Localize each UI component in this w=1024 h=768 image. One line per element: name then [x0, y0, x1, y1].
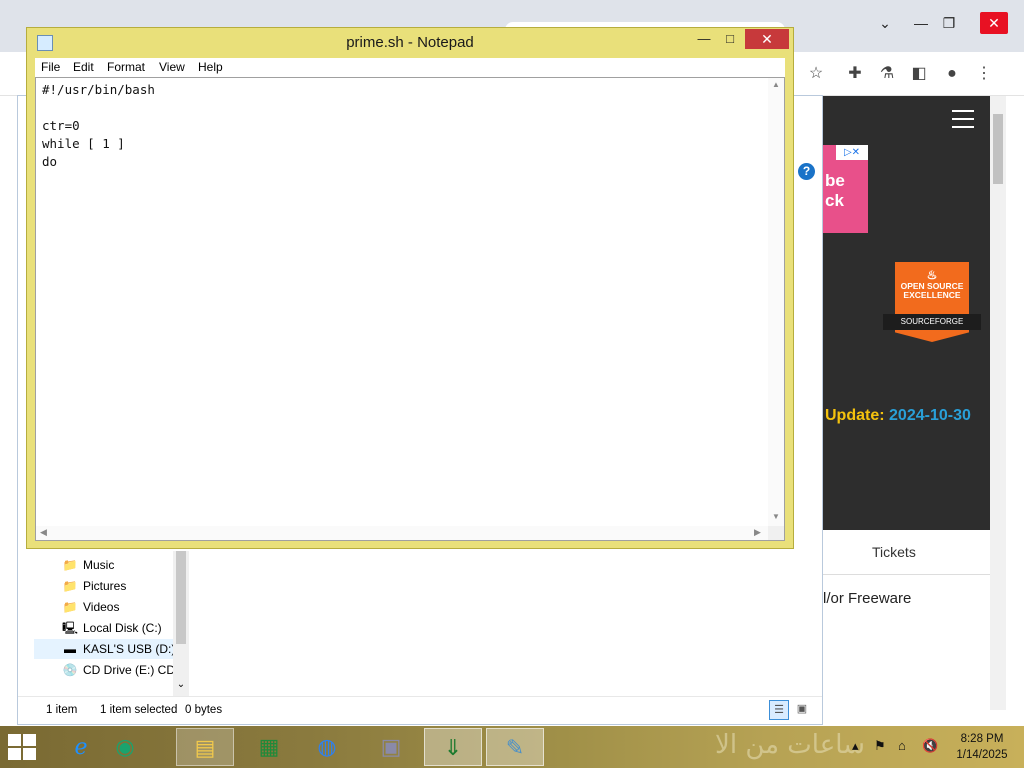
update-date: 2024-10-30	[889, 407, 971, 424]
scroll-right-icon[interactable]: ▶	[754, 527, 761, 538]
excel-icon[interactable]: ▦	[240, 728, 298, 766]
nav-item-label: Videos	[83, 600, 120, 614]
nav-item-label: Local Disk (C:)	[83, 621, 162, 635]
show-hidden-icons-icon[interactable]: ▴	[852, 738, 859, 754]
editor-vertical-scrollbar[interactable]: ▲ ▼	[768, 78, 784, 526]
nav-item-music[interactable]: 📁 Music	[62, 555, 173, 575]
scroll-down-icon[interactable]: ▼	[768, 512, 784, 521]
tickets-link[interactable]: Tickets	[872, 544, 916, 560]
scrollbar-thumb[interactable]	[176, 551, 186, 644]
taskbar: ℯ ◉ ▤ ▦ ◍ ▣ ⇓ ✎ ساعات من الا ▴ ⚑ ⌂ 🔇 8:2…	[0, 726, 1024, 768]
nav-item-label: KASL'S USB (D:)	[83, 642, 173, 656]
browser-menu-icon[interactable]: ⋮	[972, 62, 996, 86]
menu-file[interactable]: File	[41, 60, 60, 74]
explorer-right-edge: ?	[794, 131, 822, 341]
status-item-count: 1 item	[46, 704, 78, 716]
usb-drive-icon: ▬	[64, 642, 76, 656]
notepad-window: prime.sh - Notepad — □ ✕ File Edit Forma…	[26, 27, 794, 549]
cd-drive-icon: 💿	[62, 663, 78, 677]
nav-item-usb-drive[interactable]: ▬ KASL'S USB (D:)	[34, 639, 173, 659]
editor-horizontal-scrollbar[interactable]: ◀ ▶	[36, 526, 768, 540]
chrome-icon[interactable]: ◍	[298, 728, 356, 766]
nav-item-label: Music	[83, 558, 115, 572]
close-button[interactable]: ✕	[745, 29, 789, 49]
hamburger-menu-icon[interactable]	[952, 110, 974, 128]
green-browser-icon[interactable]: ◉	[96, 728, 154, 766]
browser-vertical-scrollbar[interactable]	[990, 96, 1006, 710]
help-icon[interactable]: ?	[798, 163, 815, 180]
pictures-folder-icon: 📁	[62, 579, 78, 593]
bookmark-star-icon[interactable]: ☆	[804, 62, 828, 86]
scrollbar-thumb[interactable]	[993, 114, 1003, 184]
scroll-left-icon[interactable]: ◀	[40, 527, 47, 538]
download-manager-icon[interactable]: ⇓	[424, 728, 482, 766]
nav-item-cd-drive[interactable]: 💿 CD Drive (E:) CDR	[62, 660, 173, 680]
network-icon[interactable]: ⌂	[898, 738, 906, 753]
large-icons-view-icon[interactable]: ▣	[792, 700, 812, 720]
badge-torch-icon: ♨	[926, 268, 938, 282]
nav-item-videos[interactable]: 📁 Videos	[62, 597, 173, 617]
badge-chevron	[895, 330, 969, 342]
local-disk-icon: 🖳	[62, 621, 79, 635]
details-view-icon[interactable]: ☰	[769, 700, 789, 720]
badge-brand: SOURCEFORGE	[883, 314, 981, 330]
explorer-status-bar: 1 item 1 item selected 0 bytes ☰ ▣	[18, 696, 822, 724]
update-label: Update:	[825, 407, 885, 424]
app-installer-icon[interactable]: ▣	[362, 728, 420, 766]
extensions-puzzle-icon[interactable]: ✚	[843, 62, 867, 86]
start-button[interactable]	[8, 734, 38, 760]
clock-time: 8:28 PM	[960, 733, 1004, 745]
wallpaper-arabic-text: ساعات من الا	[715, 730, 865, 760]
status-selected: 1 item selected	[100, 704, 178, 716]
notepad-taskbar-icon[interactable]: ✎	[486, 728, 544, 766]
window-title: prime.sh - Notepad	[346, 34, 474, 51]
windows-logo-icon	[8, 734, 21, 746]
freeware-text: l/or Freeware	[823, 590, 912, 607]
nav-item-pictures[interactable]: 📁 Pictures	[62, 576, 173, 596]
browser-dropdown-icon[interactable]: ⌄	[874, 12, 896, 34]
last-update: Update: 2024-10-30	[825, 407, 990, 425]
nav-pane-scrollbar[interactable]: ⌄	[173, 551, 189, 699]
browser-maximize-button[interactable]: ❐	[938, 12, 960, 34]
side-panel-icon[interactable]: ◧	[907, 62, 931, 86]
text-editor-area[interactable]: #!/usr/bin/bash ctr=0 while [ 1 ] do ▲ ▼…	[35, 77, 785, 541]
badge-line2: EXCELLENCE	[903, 290, 961, 300]
menu-edit[interactable]: Edit	[73, 60, 94, 74]
menu-help[interactable]: Help	[198, 60, 223, 74]
open-source-excellence-badge: ♨ OPEN SOURCE EXCELLENCE SOURCEFORGE	[883, 262, 981, 342]
videos-folder-icon: 📁	[62, 600, 78, 614]
scroll-up-icon[interactable]: ▲	[768, 80, 784, 89]
notepad-title-bar[interactable]: prime.sh - Notepad — □ ✕	[27, 28, 793, 58]
menu-format[interactable]: Format	[107, 60, 145, 74]
clock-date: 1/14/2025	[956, 749, 1008, 761]
browser-minimize-button[interactable]: —	[910, 12, 932, 34]
nav-item-label: CD Drive (E:) CDR	[83, 663, 173, 677]
nav-item-label: Pictures	[83, 579, 127, 593]
nav-item-local-disk[interactable]: 🖳 Local Disk (C:)	[62, 618, 173, 638]
menu-view[interactable]: View	[159, 60, 185, 74]
resize-grip-icon[interactable]	[768, 526, 784, 540]
status-size: 0 bytes	[185, 704, 223, 716]
maximize-button[interactable]: □	[717, 29, 743, 49]
menu-bar: File Edit Format View Help	[35, 58, 785, 77]
action-center-flag-icon[interactable]: ⚑	[874, 738, 886, 754]
ad-close-icon[interactable]: ▷✕	[836, 145, 868, 160]
music-folder-icon: 📁	[62, 558, 78, 572]
file-content[interactable]: #!/usr/bin/bash ctr=0 while [ 1 ] do	[42, 81, 155, 171]
labs-flask-icon[interactable]: ⚗	[875, 62, 899, 86]
scroll-down-icon[interactable]: ⌄	[173, 679, 189, 690]
volume-muted-icon[interactable]: 🔇	[922, 738, 938, 754]
browser-close-button[interactable]: ✕	[980, 12, 1008, 34]
file-explorer-taskbar-icon[interactable]: ▤	[176, 728, 234, 766]
profile-avatar-icon[interactable]: ●	[940, 62, 964, 86]
divider	[822, 574, 990, 575]
minimize-button[interactable]: —	[691, 29, 717, 49]
system-clock[interactable]: 8:28 PM 1/14/2025	[944, 731, 1020, 763]
